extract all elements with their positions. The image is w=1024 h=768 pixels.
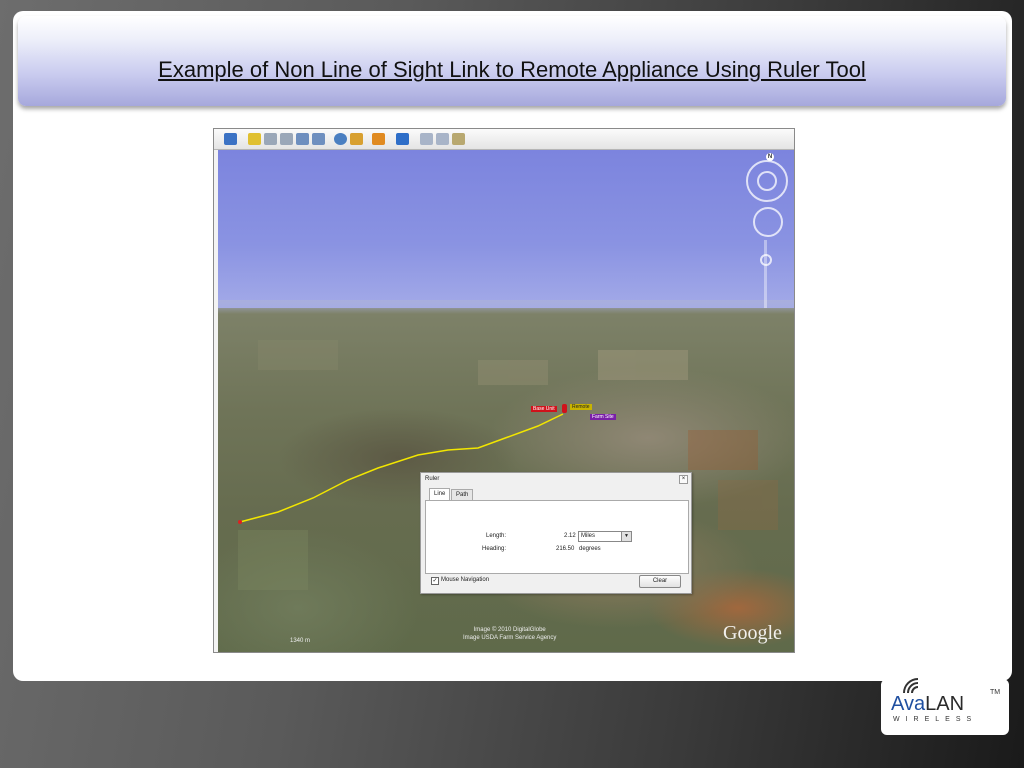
wireless-signal-icon: [903, 678, 919, 694]
pin-label-farm: Farm Site: [590, 414, 616, 420]
attribution-line-1: Image © 2010 DigitalGlobe: [473, 627, 546, 633]
chevron-down-icon[interactable]: ▼: [621, 532, 631, 541]
pin-label-base: Base Unit: [531, 406, 557, 412]
base-pin-icon[interactable]: [562, 404, 567, 413]
view-in-maps-icon[interactable]: [452, 133, 465, 145]
tab-path[interactable]: Path: [451, 489, 474, 500]
historical-imagery-icon[interactable]: [334, 133, 347, 145]
ruler-title: Ruler: [425, 476, 440, 482]
tour-icon[interactable]: [312, 133, 325, 145]
email-icon[interactable]: [420, 133, 433, 145]
tab-line[interactable]: Line: [429, 488, 451, 500]
length-unit-value: Miles: [581, 533, 596, 539]
sidebar-toggle-icon[interactable]: [224, 133, 237, 145]
planet-icon[interactable]: [372, 133, 385, 145]
pin-label-remote: Remote: [570, 404, 592, 410]
toolbar: [214, 129, 794, 150]
sunlight-icon[interactable]: [350, 133, 363, 145]
path-icon[interactable]: [280, 133, 293, 145]
length-label: Length:: [486, 533, 507, 539]
heading-value: 216.50: [556, 546, 575, 552]
look-joystick-center-icon[interactable]: [757, 171, 777, 191]
imagery-attribution: Image © 2010 DigitalGlobe Image USDA Far…: [463, 626, 556, 642]
heading-unit: degrees: [579, 546, 601, 552]
placemark-icon[interactable]: [248, 133, 261, 145]
length-value: 2.12: [564, 533, 576, 539]
brand-name-ava: Ava: [891, 693, 926, 715]
ruler-panel: Length: 2.12 Miles ▼ Heading: 216.50 deg…: [425, 500, 689, 574]
trademark: TM: [990, 689, 1001, 696]
close-icon[interactable]: ×: [679, 475, 688, 484]
google-earth-screenshot: Base Unit Remote Farm Site N Image © 201…: [213, 128, 795, 653]
slide-title: Example of Non Line of Sight Link to Rem…: [158, 57, 866, 82]
polygon-icon[interactable]: [264, 133, 277, 145]
altitude-readout: 1340 m: [290, 638, 311, 644]
length-unit-select[interactable]: Miles ▼: [578, 531, 632, 542]
google-logo: Google: [723, 622, 782, 644]
heading-label: Heading:: [482, 546, 507, 552]
zoom-slider-handle-icon[interactable]: [760, 254, 772, 266]
move-joystick-icon[interactable]: [753, 207, 783, 237]
brand-name-lan: LAN: [925, 693, 965, 715]
brand-tagline: WIRELESS: [893, 716, 978, 723]
ruler-icon[interactable]: [396, 133, 409, 145]
zoom-slider[interactable]: [764, 240, 767, 308]
avalan-logo: AvaLAN TM WIRELESS: [881, 678, 1009, 735]
clear-button[interactable]: Clear: [639, 575, 681, 588]
earth-3d-view[interactable]: Base Unit Remote Farm Site N Image © 201…: [218, 150, 794, 652]
mouse-navigation-label: Mouse Navigation: [441, 577, 490, 583]
brand-name: AvaLAN: [891, 693, 964, 716]
mouse-navigation-checkbox[interactable]: ✓: [431, 577, 439, 585]
attribution-line-2: Image USDA Farm Service Agency: [463, 635, 557, 641]
print-icon[interactable]: [436, 133, 449, 145]
title-banner: Example of Non Line of Sight Link to Rem…: [18, 16, 1006, 106]
image-overlay-icon[interactable]: [296, 133, 309, 145]
ruler-start-point: [238, 520, 242, 524]
ruler-dialog: Ruler × Line Path Length: 2.12 Miles ▼ H…: [420, 472, 692, 594]
